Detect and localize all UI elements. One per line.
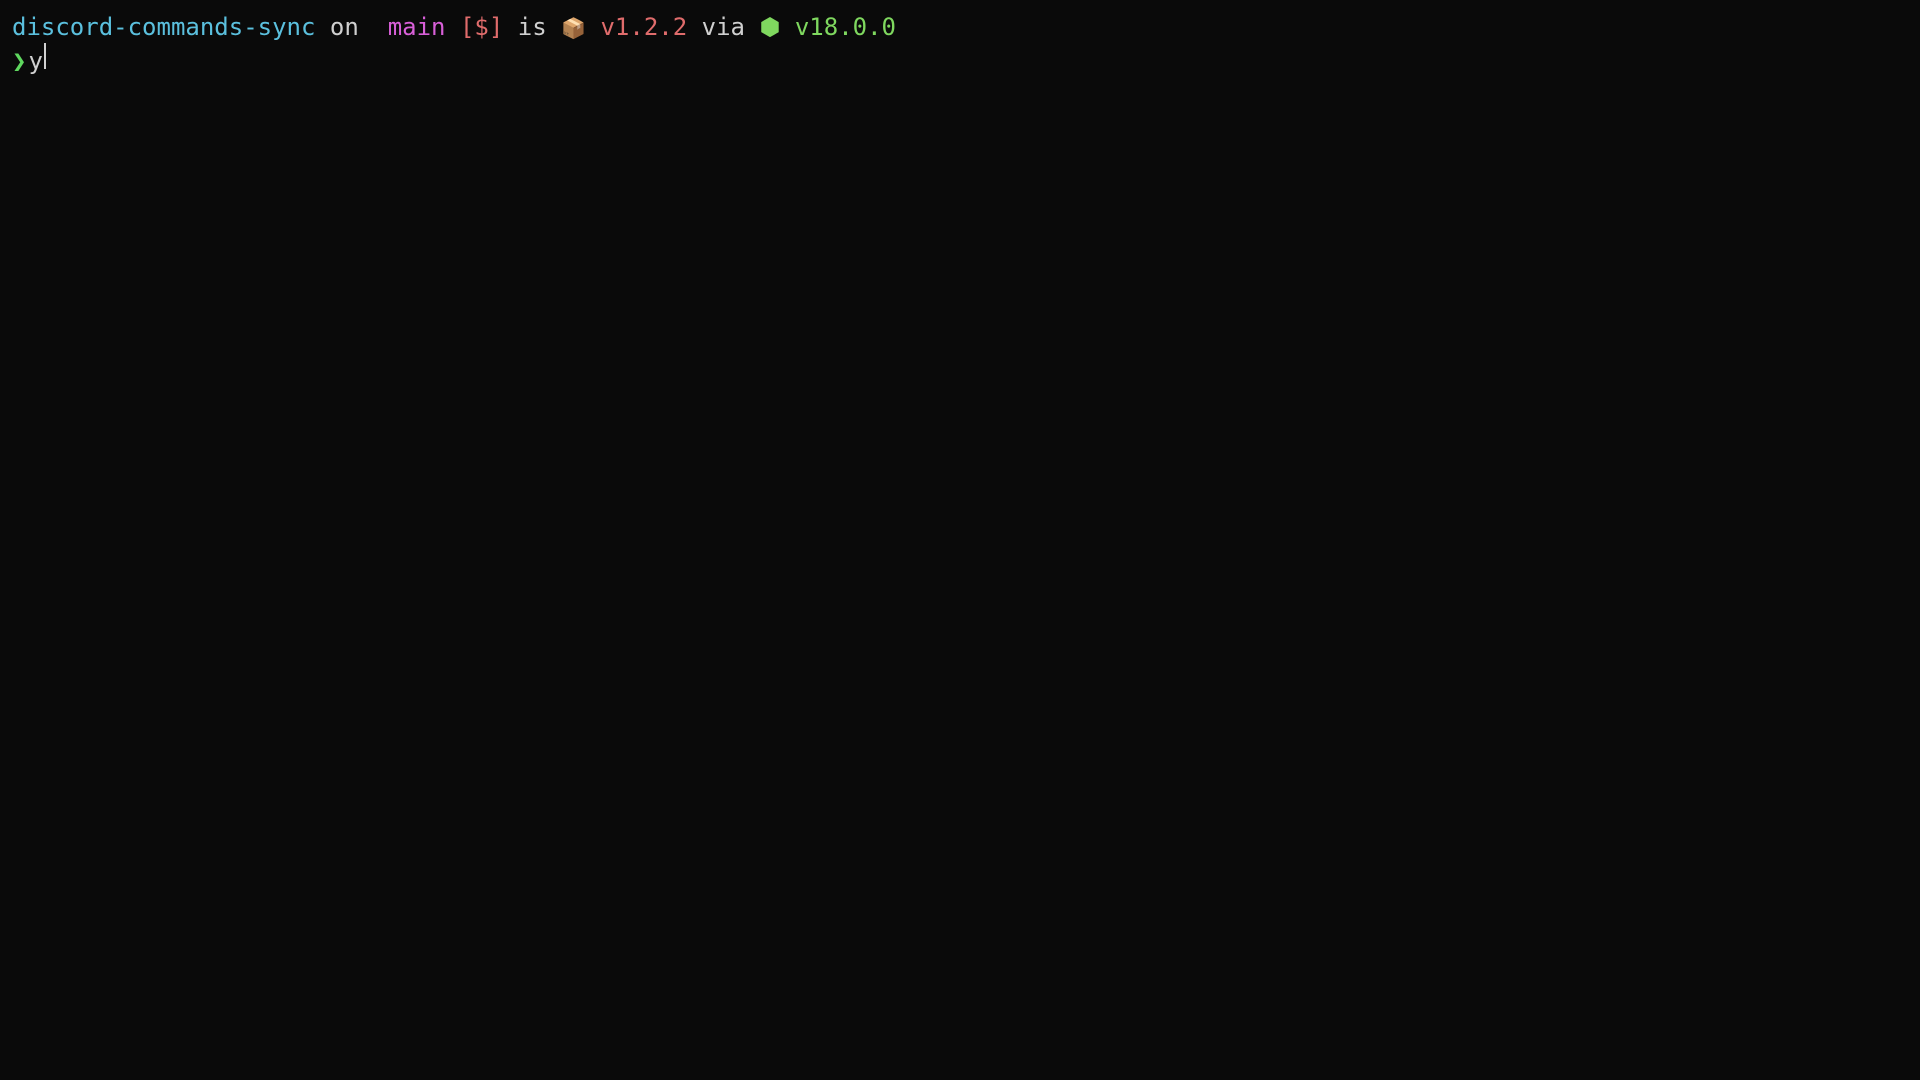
directory-name: discord-commands-sync xyxy=(12,13,315,41)
via-word: via xyxy=(702,13,745,41)
node-version: v18.0.0 xyxy=(795,13,896,41)
is-word: is xyxy=(518,13,547,41)
git-branch: main xyxy=(388,13,446,41)
shell-prompt-line: discord-commands-sync on main [$] is 📦 v… xyxy=(12,12,1908,43)
cursor xyxy=(44,43,46,69)
git-status-open-bracket: [ xyxy=(460,13,474,41)
package-icon: 📦 xyxy=(561,16,586,40)
git-status-symbol: $ xyxy=(474,13,488,41)
prompt-arrow-icon: ❯ xyxy=(12,46,26,77)
package-version: v1.2.2 xyxy=(600,13,687,41)
typed-command: y xyxy=(28,46,42,77)
node-icon: ⬢ xyxy=(759,13,780,41)
on-word: on xyxy=(330,13,359,41)
shell-input-line[interactable]: ❯ y xyxy=(12,43,1908,77)
git-status-close-bracket: ] xyxy=(489,13,503,41)
